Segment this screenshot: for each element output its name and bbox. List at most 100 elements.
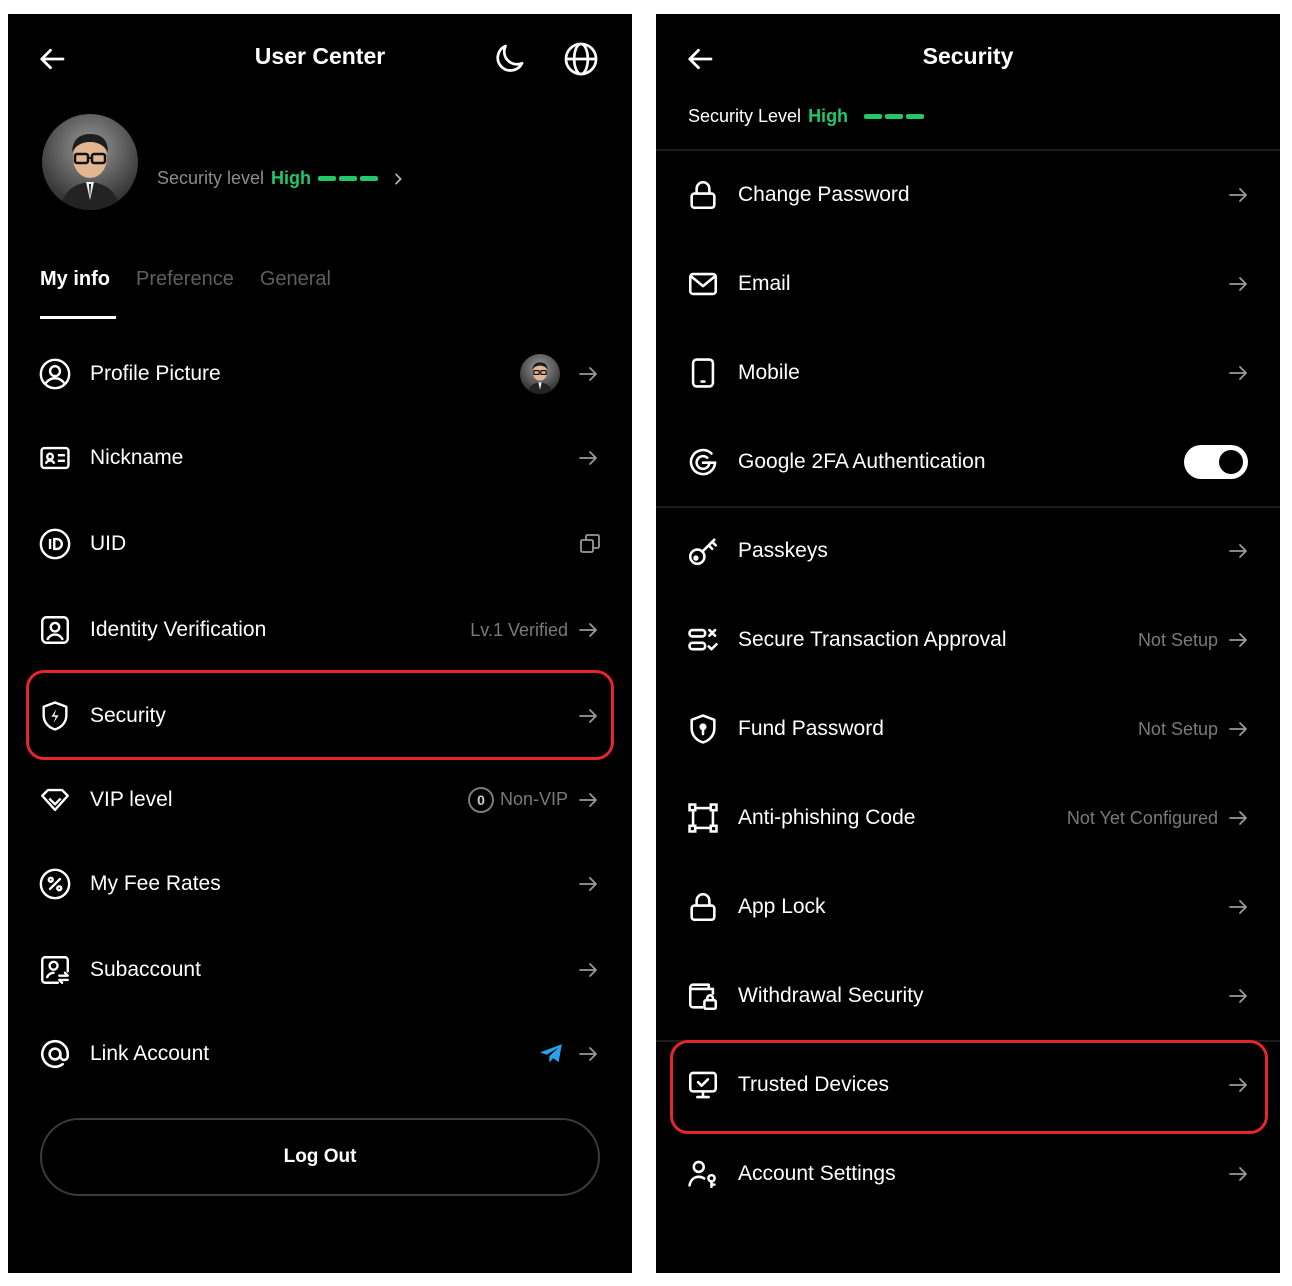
arrow-right-icon: [579, 1047, 597, 1061]
arrow-right-icon: [579, 793, 597, 807]
row-label: Fund Password: [738, 717, 884, 740]
vip-status: 0 Non-VIP: [467, 787, 568, 813]
vip-status-text: Non-VIP: [499, 788, 568, 809]
row-vip-level[interactable]: VIP level 0 Non-VIP: [8, 758, 632, 842]
row-link-account[interactable]: Link Account: [8, 1012, 632, 1096]
telegram-icon: [540, 1044, 562, 1063]
arrow-right-icon: [579, 451, 597, 465]
row-label: Nickname: [90, 446, 184, 469]
shield-lock-icon: [690, 714, 716, 744]
logout-button[interactable]: Log Out: [40, 1118, 600, 1196]
row-anti-phishing-code[interactable]: Anti-phishing Code Not Yet Configured: [656, 776, 1280, 860]
verification-status: Lv.1 Verified: [470, 619, 568, 640]
row-label: Account Settings: [738, 1162, 896, 1185]
tab-general[interactable]: General: [260, 268, 331, 291]
frame-icon: [688, 803, 718, 833]
security-level-bars: [864, 114, 925, 119]
security-level-label: Security Level: [688, 106, 802, 126]
divider: [656, 506, 1280, 508]
tab-preference[interactable]: Preference: [136, 268, 234, 291]
security-screen: Security Security Level High Change Pass…: [656, 14, 1280, 1273]
row-google-2fa[interactable]: Google 2FA Authentication: [656, 420, 1280, 504]
security-level-summary: Security Level High: [688, 106, 925, 127]
row-identity-verification[interactable]: Identity Verification Lv.1 Verified: [8, 588, 632, 672]
row-label: Email: [738, 272, 791, 295]
divider: [656, 149, 1280, 151]
info-tabs: My info Preference General: [40, 268, 331, 319]
security-level-summary[interactable]: Security level High: [157, 168, 406, 189]
vip-badge: 0: [467, 787, 494, 813]
row-label: Link Account: [90, 1042, 210, 1065]
setup-status: Not Setup: [1137, 629, 1218, 650]
google-2fa-toggle[interactable]: [1184, 445, 1248, 479]
arrow-right-icon: [579, 623, 597, 637]
chevron-right-icon: [395, 173, 402, 184]
security-level-value: High: [808, 106, 849, 126]
row-mobile[interactable]: Mobile: [656, 331, 1280, 415]
row-app-lock[interactable]: App Lock: [656, 865, 1280, 949]
row-change-password[interactable]: Change Password: [656, 153, 1280, 237]
row-label: VIP level: [90, 788, 173, 811]
lock-icon: [690, 892, 716, 922]
row-label: Anti-phishing Code: [738, 806, 916, 829]
moon-icon[interactable]: [492, 40, 528, 76]
row-label: Withdrawal Security: [738, 984, 924, 1007]
arrow-right-icon: [1229, 989, 1247, 1003]
user-center-screen: User Center Security level High My info …: [8, 14, 632, 1273]
row-fee-rates[interactable]: My Fee Rates: [8, 842, 632, 926]
user-circle-icon: [39, 358, 71, 390]
row-label: Secure Transaction Approval: [738, 628, 1007, 651]
row-label: Google 2FA Authentication: [738, 450, 986, 473]
identity-icon: [41, 616, 69, 644]
arrow-right-icon: [1229, 811, 1247, 825]
page-title: Security: [922, 43, 1014, 69]
row-label: Mobile: [738, 361, 800, 384]
top-bar: User Center: [8, 14, 632, 102]
row-withdrawal-security[interactable]: Withdrawal Security: [656, 954, 1280, 1038]
tab-my-info[interactable]: My info: [40, 268, 116, 319]
arrow-right-icon: [1229, 544, 1247, 558]
subaccount-icon: [41, 956, 69, 984]
row-uid[interactable]: UID: [8, 502, 632, 586]
row-passkeys[interactable]: Passkeys: [656, 509, 1280, 593]
arrow-right-icon: [1229, 188, 1247, 202]
percent-icon: [39, 868, 71, 900]
key-icon: [688, 538, 718, 566]
row-label: App Lock: [738, 895, 826, 918]
row-fund-password[interactable]: Fund Password Not Setup: [656, 687, 1280, 771]
arrow-right-icon: [1229, 722, 1247, 736]
row-label: Passkeys: [738, 539, 828, 562]
row-label: Profile Picture: [90, 362, 221, 385]
page-title: User Center: [254, 43, 386, 69]
lock-icon: [690, 180, 716, 210]
security-level-label: Security level: [157, 168, 265, 188]
row-label: My Fee Rates: [90, 872, 221, 895]
arrow-right-icon: [579, 877, 597, 891]
row-email[interactable]: Email: [656, 242, 1280, 326]
diamond-icon: [41, 788, 69, 812]
id-badge-icon: [39, 528, 71, 560]
copy-icon[interactable]: [578, 532, 602, 556]
arrow-right-icon: [1229, 366, 1247, 380]
wallet-lock-icon: [688, 983, 718, 1011]
user-settings-icon: [688, 1160, 716, 1189]
row-label: UID: [90, 532, 127, 555]
globe-icon[interactable]: [562, 40, 600, 78]
top-bar: Security: [656, 14, 1280, 102]
arrow-right-icon: [579, 367, 597, 381]
row-label: Subaccount: [90, 958, 201, 981]
arrow-right-icon: [1229, 633, 1247, 647]
row-profile-picture[interactable]: Profile Picture: [8, 332, 632, 416]
security-row-highlight: [26, 670, 614, 760]
at-icon: [41, 1039, 70, 1069]
arrow-right-icon: [1229, 277, 1247, 291]
approval-icon: [688, 628, 718, 651]
row-label: Identity Verification: [90, 618, 267, 641]
row-account-settings[interactable]: Account Settings: [656, 1132, 1280, 1216]
row-secure-transaction-approval[interactable]: Secure Transaction Approval Not Setup: [656, 598, 1280, 682]
row-subaccount[interactable]: Subaccount: [8, 928, 632, 1012]
setup-status: Not Setup: [1137, 718, 1218, 739]
google-icon: [689, 448, 717, 476]
row-nickname[interactable]: Nickname: [8, 416, 632, 500]
avatar[interactable]: [42, 114, 138, 210]
